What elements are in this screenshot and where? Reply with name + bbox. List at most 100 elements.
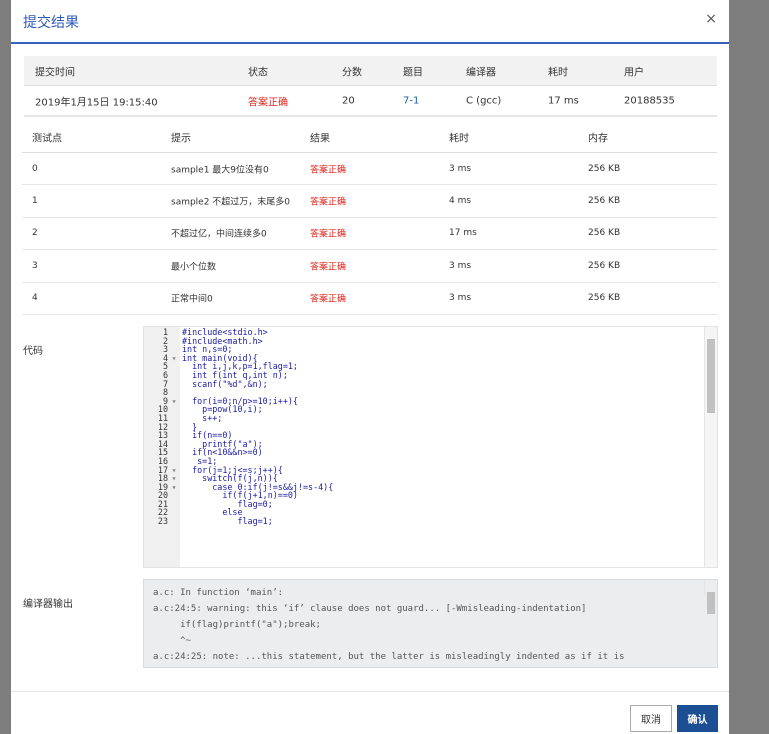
summary-cell: 20 <box>342 95 355 106</box>
test-header: 内存 <box>588 133 608 144</box>
output-line: a.c:24:25: note: ...this statement, but … <box>153 652 625 662</box>
problem-link[interactable]: 7-1 <box>403 95 419 106</box>
test-cell: 答案正确 <box>310 294 347 305</box>
output-line: a.c: In function ‘main’: <box>153 588 284 598</box>
summary-header: 编译器 <box>466 67 496 78</box>
code-line: 10 p=pow(10,i); <box>144 405 717 414</box>
close-icon[interactable]: × <box>705 11 717 27</box>
test-rows: 0 sample1 最大9位没有0 答案正确 3 ms 256 KB 1 sample2 不… <box>22 153 717 315</box>
test-cell: 256 KB <box>588 293 621 304</box>
test-cell: 答案正确 <box>310 197 347 208</box>
output-line: a.c:24:5: warning: this ‘if’ clause does… <box>153 604 587 614</box>
code-label: 代码 <box>23 346 43 357</box>
compiler-output-label: 编译器输出 <box>23 599 73 610</box>
summary-header: 提交时间 <box>35 67 75 78</box>
fold-arrow-icon: ▾ <box>171 352 177 363</box>
test-cases-table: 测试点 提示 结果 耗时 内存 0 sample1 最大9位没有0 答案正确 3 ms 256 … <box>22 121 717 315</box>
summary-header: 分数 <box>342 67 362 78</box>
test-cell: 正常中间0 <box>171 294 213 305</box>
summary-cell: 答案正确 <box>248 97 288 108</box>
test-cell: 17 ms <box>449 228 477 239</box>
test-cell: 答案正确 <box>310 229 347 240</box>
test-cell: 答案正确 <box>310 165 347 176</box>
code-scrollbar[interactable] <box>704 327 717 567</box>
output-line: if(flag)printf("a");break; <box>153 620 321 630</box>
confirm-button[interactable]: 确认 <box>677 705 718 732</box>
test-cell: 3 ms <box>449 293 472 304</box>
summary-header: 耗时 <box>548 67 568 78</box>
output-line: ^~ <box>153 636 191 646</box>
test-cell: 256 KB <box>588 196 621 207</box>
test-cell: 256 KB <box>588 163 621 174</box>
code-line: 15 if(n<10&&n>=0) <box>144 448 717 457</box>
test-cell: 0 <box>32 163 38 174</box>
submission-result-dialog: 提交结果 × 提交时间 状态 分数 题目 编译器 耗时 用户 2019年1月15日 19:1… <box>11 0 729 734</box>
test-cell: 2 <box>32 228 38 239</box>
table-row: 2 不超过亿，中间连续多0 答案正确 17 ms 256 KB <box>22 218 717 251</box>
fold-arrow-icon: ▾ <box>171 481 177 492</box>
summary-cell: 2019年1月15日 19:15:40 <box>35 97 158 108</box>
summary-cell: 20188535 <box>624 95 675 106</box>
summary-cell: 17 ms <box>548 95 579 106</box>
code-viewer[interactable]: 1 #include<stdio.h> 2 #include<math.h> 3 int … <box>143 326 718 568</box>
test-cell: 256 KB <box>588 260 621 271</box>
compiler-output[interactable]: a.c: In function ‘main’: a.c:24:5: warnin… <box>143 579 718 668</box>
dialog-header: 提交结果 × <box>11 0 729 44</box>
test-header: 提示 <box>171 133 191 144</box>
test-cell: 最小个位数 <box>171 262 217 273</box>
test-header: 耗时 <box>449 133 469 144</box>
test-cell: 不超过亿，中间连续多0 <box>171 229 267 240</box>
summary-header: 状态 <box>248 67 268 78</box>
summary-header: 题目 <box>403 67 423 78</box>
test-cell: 3 <box>32 260 38 271</box>
code-line: 11 s++; <box>144 414 717 423</box>
test-cell: 答案正确 <box>310 262 347 273</box>
test-cell: 3 ms <box>449 163 472 174</box>
summary-cell: C (gcc) <box>466 95 502 106</box>
table-row: 3 最小个位数 答案正确 3 ms 256 KB <box>22 250 717 283</box>
code-line: 23 flag=1; <box>144 517 717 526</box>
table-row: 4 正常中间0 答案正确 3 ms 256 KB <box>22 283 717 315</box>
summary-header-row: 提交时间 状态 分数 题目 编译器 耗时 用户 <box>24 56 717 86</box>
code-lines: 1 #include<stdio.h> 2 #include<math.h> 3 int … <box>144 327 717 526</box>
test-cell: 3 ms <box>449 260 472 271</box>
cancel-button[interactable]: 取消 <box>630 705 672 732</box>
code-text: flag=1; <box>182 516 273 527</box>
fold-arrow-icon: ▾ <box>171 395 177 406</box>
table-row: 0 sample1 最大9位没有0 答案正确 3 ms 256 KB <box>22 153 717 186</box>
test-cell: sample1 最大9位没有0 <box>171 165 269 176</box>
output-lines: a.c: In function ‘main’: a.c:24:5: warnin… <box>153 585 717 662</box>
test-cell: 1 <box>32 196 38 207</box>
test-header-row: 测试点 提示 结果 耗时 内存 <box>22 121 717 153</box>
output-scrollbar[interactable] <box>704 580 717 614</box>
code-line: 7 scanf("%d",&n); <box>144 378 717 389</box>
table-row: 1 sample2 不超过万，末尾多0 答案正确 4 ms 256 KB <box>22 185 717 218</box>
test-cell: 4 ms <box>449 196 472 207</box>
test-header: 结果 <box>310 133 330 144</box>
code-text: scanf("%d",&n); <box>182 378 268 389</box>
dialog-footer-divider <box>11 691 729 692</box>
summary-header: 用户 <box>624 67 644 78</box>
summary-row: 2019年1月15日 19:15:40 答案正确 20 7-1 C (gcc) 17 ms… <box>24 86 717 117</box>
test-header: 测试点 <box>32 133 62 144</box>
test-cell: sample2 不超过万，末尾多0 <box>171 197 291 208</box>
test-cell: 256 KB <box>588 228 621 239</box>
dialog-title: 提交结果 <box>23 15 79 31</box>
test-cell: 4 <box>32 293 38 304</box>
line-number: 23 <box>157 516 168 527</box>
